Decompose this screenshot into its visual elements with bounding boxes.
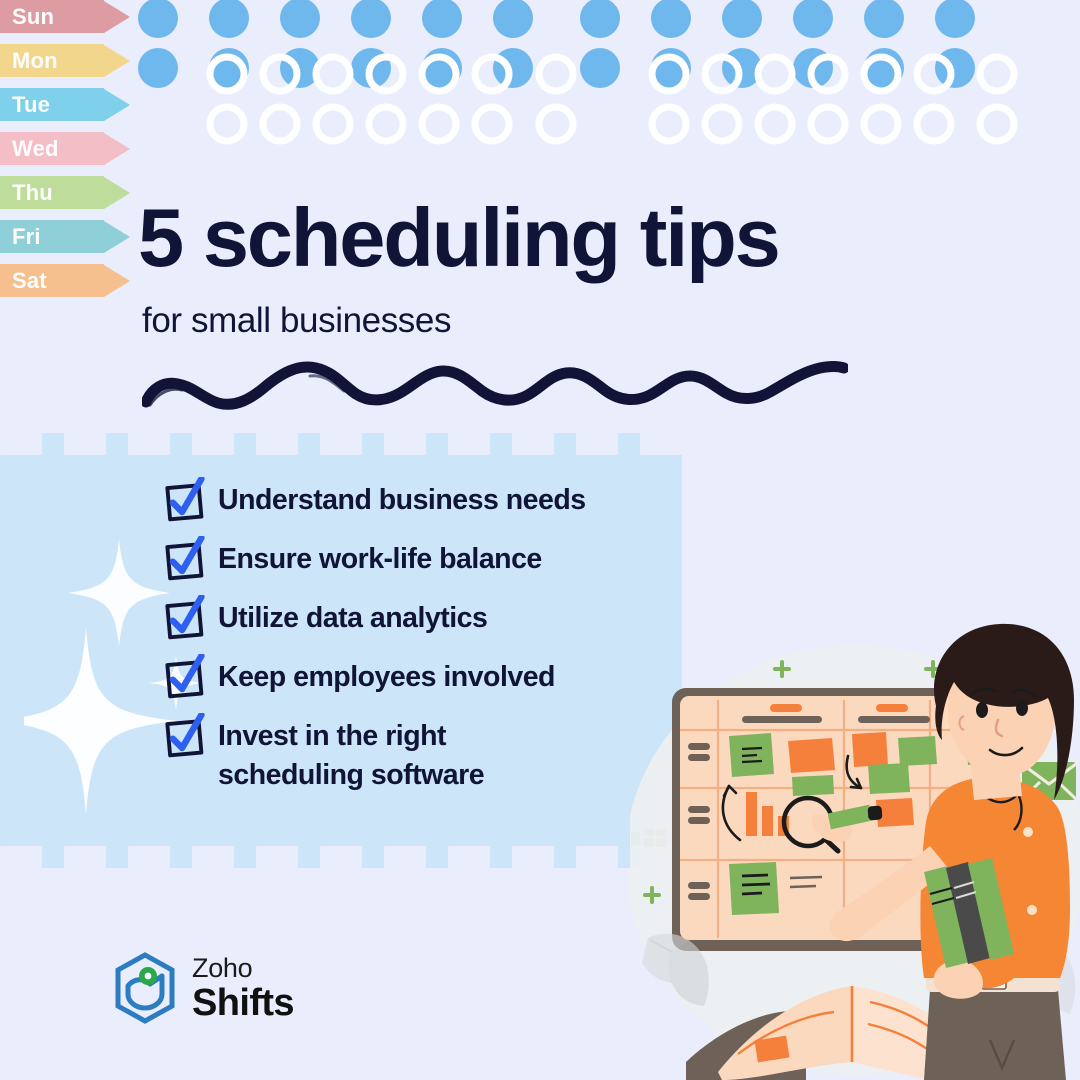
- day-banner-arrow: [104, 0, 130, 33]
- perforation-row-bottom: [0, 846, 682, 868]
- checklist-items: Understand business needs Ensure work-li…: [160, 475, 670, 807]
- day-banner-list: Sun Mon Tue Wed Thu Fri Sat: [0, 0, 150, 308]
- infographic-poster: Sun Mon Tue Wed Thu Fri Sat 5 scheduling…: [0, 0, 1080, 1080]
- perforation-notch: [0, 433, 42, 455]
- day-banner-body: Wed: [0, 132, 104, 165]
- list-item[interactable]: Keep employees involved: [160, 652, 670, 700]
- checklist-panel: Understand business needs Ensure work-li…: [0, 433, 682, 868]
- perforation-notch: [128, 846, 170, 868]
- day-banner-label: Tue: [12, 91, 51, 117]
- perforation-notch: [576, 846, 618, 868]
- checkbox-checked-icon[interactable]: [160, 536, 206, 582]
- perforation-notch: [64, 433, 106, 455]
- zoho-shifts-hex-icon: [115, 952, 175, 1024]
- perforation-notch: [512, 846, 554, 868]
- day-banner-label: Sun: [12, 3, 55, 29]
- perforation-notch: [320, 433, 362, 455]
- day-banner-body: Fri: [0, 220, 104, 253]
- day-banner-arrow: [104, 176, 130, 209]
- logo-product-name: Shifts: [192, 981, 295, 1024]
- perforation-notch: [320, 846, 362, 868]
- checkbox-checked-icon[interactable]: [160, 477, 206, 523]
- day-banner-body: Sat: [0, 264, 104, 297]
- perforation-notch: [256, 846, 298, 868]
- perforation-row-top: [0, 433, 682, 455]
- day-banner-wed: Wed: [0, 132, 150, 165]
- list-item-label: Utilize data analytics: [218, 602, 488, 634]
- perforation-notch: [448, 846, 490, 868]
- list-item-label: Understand business needs: [218, 484, 586, 516]
- dot-pattern-decoration: [138, 0, 1018, 145]
- page-title: 5 scheduling tips: [138, 191, 781, 284]
- day-banner-body: Mon: [0, 44, 104, 77]
- list-item-label: Keep employees involved: [218, 661, 555, 693]
- perforation-notch: [192, 433, 234, 455]
- list-item-label: Invest in the right scheduling software: [218, 720, 485, 792]
- checkbox-checked-icon[interactable]: [160, 654, 206, 700]
- planning-board-illustration: [630, 623, 1080, 1080]
- day-banner-sat: Sat: [0, 264, 150, 297]
- day-banner-fri: Fri: [0, 220, 150, 253]
- day-banner-arrow: [104, 132, 130, 165]
- day-banner-arrow: [104, 44, 130, 77]
- perforation-notch: [576, 433, 618, 455]
- day-banner-label: Wed: [12, 135, 59, 161]
- brand-logo[interactable]: Zoho Shifts: [112, 952, 295, 1024]
- perforation-notch: [384, 433, 426, 455]
- perforation-notch: [128, 433, 170, 455]
- perforation-notch: [64, 846, 106, 868]
- logo-brand-name: Zoho: [192, 952, 253, 983]
- perforation-notch: [384, 846, 426, 868]
- day-banner-body: Tue: [0, 88, 104, 121]
- day-banner-sun: Sun: [0, 0, 150, 33]
- list-item[interactable]: Utilize data analytics: [160, 593, 670, 641]
- day-banner-body: Thu: [0, 176, 104, 209]
- perforation-notch: [640, 433, 682, 455]
- perforation-notch: [192, 846, 234, 868]
- day-banner-body: Sun: [0, 0, 104, 33]
- day-banner-label: Fri: [12, 223, 41, 249]
- perforation-notch: [256, 433, 298, 455]
- list-item[interactable]: Understand business needs: [160, 475, 670, 523]
- wavy-underline-icon: [142, 361, 848, 410]
- checkbox-checked-icon[interactable]: [160, 595, 206, 641]
- day-banner-label: Mon: [12, 47, 58, 73]
- heading-block: 5 scheduling tips for small businesses: [138, 191, 781, 341]
- day-banner-tue: Tue: [0, 88, 150, 121]
- day-banner-arrow: [104, 264, 130, 297]
- checkbox-checked-icon[interactable]: [160, 713, 206, 759]
- list-item[interactable]: Ensure work-life balance: [160, 534, 670, 582]
- perforation-notch: [448, 433, 490, 455]
- day-banner-arrow: [104, 220, 130, 253]
- perforation-notch: [512, 433, 554, 455]
- list-item-label: Ensure work-life balance: [218, 543, 542, 575]
- day-banner-thu: Thu: [0, 176, 150, 209]
- day-banner-mon: Mon: [0, 44, 150, 77]
- list-item[interactable]: Invest in the right scheduling software: [160, 711, 670, 796]
- day-banner-label: Thu: [12, 179, 53, 205]
- logo-wordmark: Zoho Shifts: [192, 952, 295, 1024]
- perforation-notch: [0, 846, 42, 868]
- day-banner-label: Sat: [12, 267, 47, 293]
- day-banner-arrow: [104, 88, 130, 121]
- page-subtitle: for small businesses: [142, 301, 452, 340]
